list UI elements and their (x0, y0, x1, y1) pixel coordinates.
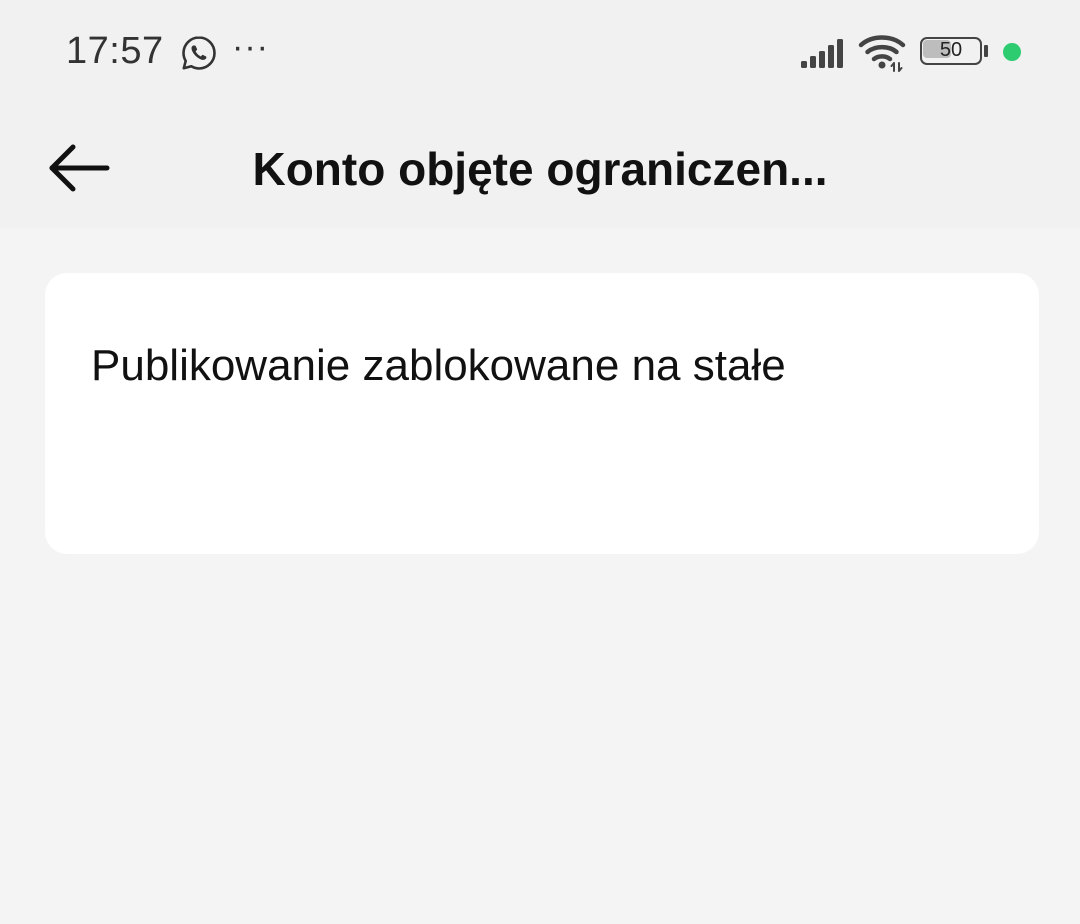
more-notifications-icon: ··· (232, 28, 269, 66)
battery-level-text: 50 (939, 39, 963, 61)
restriction-text: Publikowanie zablokowane na stałe (91, 341, 786, 390)
app-bar: Konto objęte ograniczen... (0, 110, 1080, 228)
restriction-card: Publikowanie zablokowane na stałe (45, 273, 1039, 554)
page-title: Konto objęte ograniczen... (252, 143, 828, 195)
signal-icon (800, 38, 848, 68)
status-bar: 17:57 ··· 50 (0, 0, 1080, 110)
status-time: 17:57 (66, 30, 164, 72)
wifi-icon (858, 32, 906, 72)
privacy-indicator-dot (1003, 43, 1021, 61)
whatsapp-icon (180, 34, 218, 72)
battery-icon: 50 (920, 37, 990, 67)
